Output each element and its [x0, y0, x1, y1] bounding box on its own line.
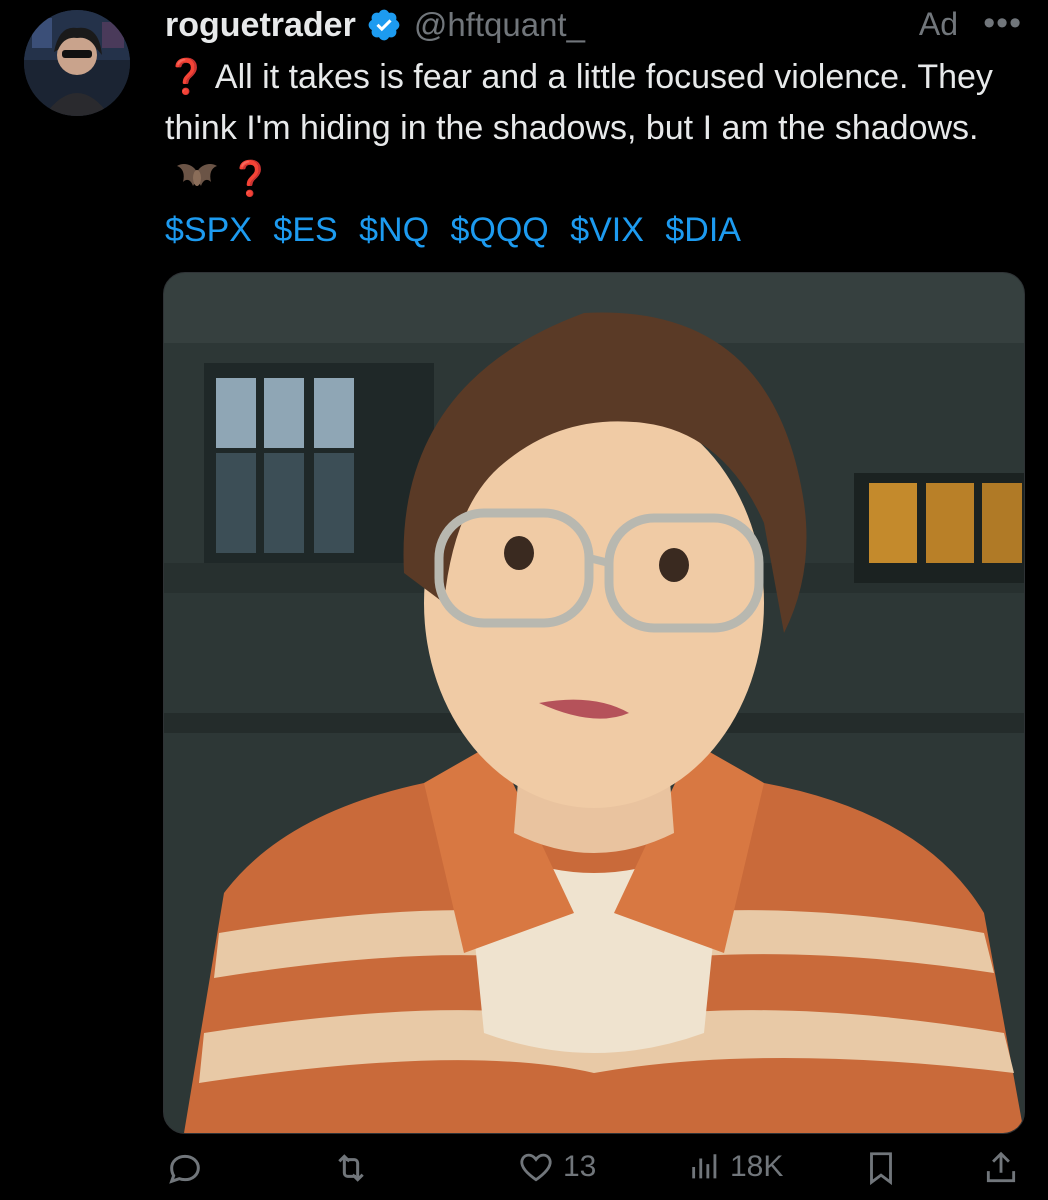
bookmark-icon	[870, 1152, 892, 1186]
bookmark-button[interactable]	[862, 1148, 900, 1188]
views-icon	[692, 1154, 717, 1179]
question-mark-emoji: ❓	[165, 58, 208, 96]
display-name[interactable]: roguetrader	[165, 6, 356, 45]
tweet-media-image[interactable]	[163, 272, 1025, 1134]
tweet-text: ❓ All it takes is fear and a little focu…	[165, 52, 1025, 205]
reply-icon	[169, 1154, 200, 1184]
like-button[interactable]: 13	[517, 1148, 596, 1186]
tweet-actions: 13 18K	[0, 1148, 1048, 1200]
view-count: 18K	[730, 1150, 784, 1183]
cashtag[interactable]: $ES	[273, 211, 337, 249]
cashtag[interactable]: $SPX	[165, 211, 252, 249]
retweet-icon	[338, 1154, 364, 1182]
share-icon	[986, 1151, 1016, 1183]
like-icon	[520, 1153, 552, 1182]
like-count: 13	[563, 1150, 597, 1183]
cashtag[interactable]: $NQ	[359, 211, 429, 249]
question-mark-emoji: ❓	[229, 160, 272, 198]
more-icon[interactable]: •••	[983, 4, 1022, 43]
cashtag-list: $SPX $ES $NQ $QQQ $VIX $DIA	[165, 205, 753, 255]
tweet-text-main: All it takes is fear and a little focuse…	[165, 58, 993, 147]
tweet-header: roguetrader @hftquant_	[165, 2, 1024, 48]
views-button[interactable]: 18K	[688, 1148, 783, 1186]
cashtag[interactable]: $VIX	[570, 211, 644, 249]
avatar[interactable]	[24, 10, 130, 116]
handle[interactable]: @hftquant_	[414, 6, 585, 44]
ad-label: Ad	[918, 6, 958, 42]
verified-badge-icon	[366, 7, 402, 43]
retweet-button[interactable]	[330, 1148, 372, 1188]
bat-emoji	[175, 158, 219, 192]
share-button[interactable]	[982, 1148, 1020, 1188]
cashtag[interactable]: $DIA	[665, 211, 741, 249]
reply-button[interactable]	[165, 1148, 205, 1188]
cashtag[interactable]: $QQQ	[451, 211, 549, 249]
